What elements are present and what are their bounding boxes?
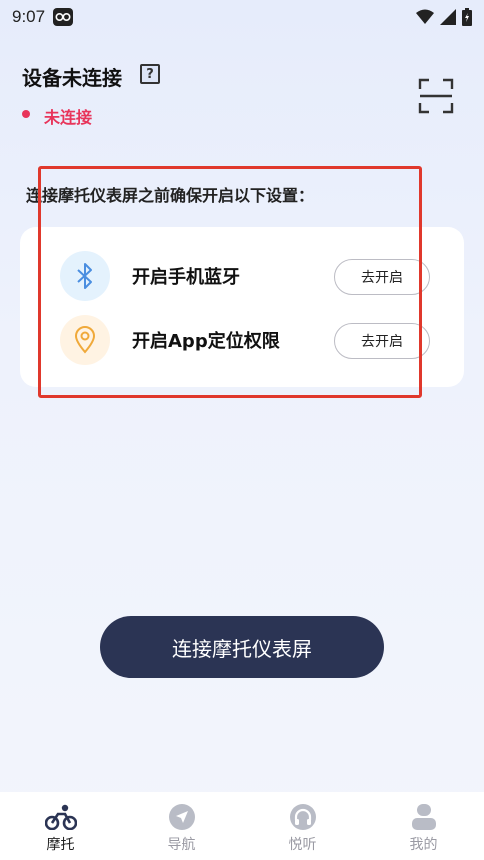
nav-label: 悦听 — [288, 837, 317, 853]
disconnected-dot — [22, 110, 30, 118]
connect-dashboard-button[interactable]: 连接摩托仪表屏 — [100, 616, 384, 678]
page-title: 设备未连接 — [22, 66, 122, 90]
location-pin-icon — [60, 315, 110, 365]
enable-bluetooth-button[interactable]: 去开启 — [334, 259, 430, 295]
status-indicators — [416, 8, 472, 26]
bluetooth-icon — [60, 251, 110, 301]
instructions-text: 连接摩托仪表屏之前确保开启以下设置： — [26, 186, 315, 205]
requirement-label: 开启手机蓝牙 — [132, 267, 240, 288]
headphones-icon — [287, 802, 319, 832]
signal-icon — [440, 9, 456, 25]
app-notification-icon — [53, 8, 74, 26]
requirement-row-bluetooth: 开启手机蓝牙 去开启 — [20, 247, 464, 307]
nav-item-navigation[interactable]: 导航 — [121, 792, 242, 860]
profile-icon — [408, 802, 440, 832]
battery-icon — [462, 8, 472, 26]
status-bar: 9:07 — [0, 0, 484, 34]
nav-item-motorcycle[interactable]: 摩托 — [0, 792, 121, 860]
motorcycle-icon — [44, 802, 77, 832]
help-icon[interactable]: ? — [140, 64, 160, 84]
nav-label: 我的 — [409, 837, 438, 853]
requirement-row-location: 开启App定位权限 去开启 — [20, 311, 464, 371]
nav-label: 导航 — [167, 837, 196, 853]
connection-status: 未连接 — [44, 108, 93, 127]
nav-item-profile[interactable]: 我的 — [363, 792, 484, 860]
enable-location-button[interactable]: 去开启 — [334, 323, 430, 359]
status-time: 9:07 — [12, 7, 46, 26]
requirements-card: 开启手机蓝牙 去开启 开启App定位权限 去开启 — [20, 227, 464, 387]
nav-item-listen[interactable]: 悦听 — [242, 792, 363, 860]
bottom-nav: 摩托 导航 悦听 我的 — [0, 792, 484, 860]
navigation-icon — [166, 802, 198, 832]
wifi-icon — [416, 9, 434, 24]
nav-label: 摩托 — [46, 837, 75, 853]
scan-icon[interactable] — [418, 78, 454, 114]
requirement-label: 开启App定位权限 — [132, 331, 280, 352]
